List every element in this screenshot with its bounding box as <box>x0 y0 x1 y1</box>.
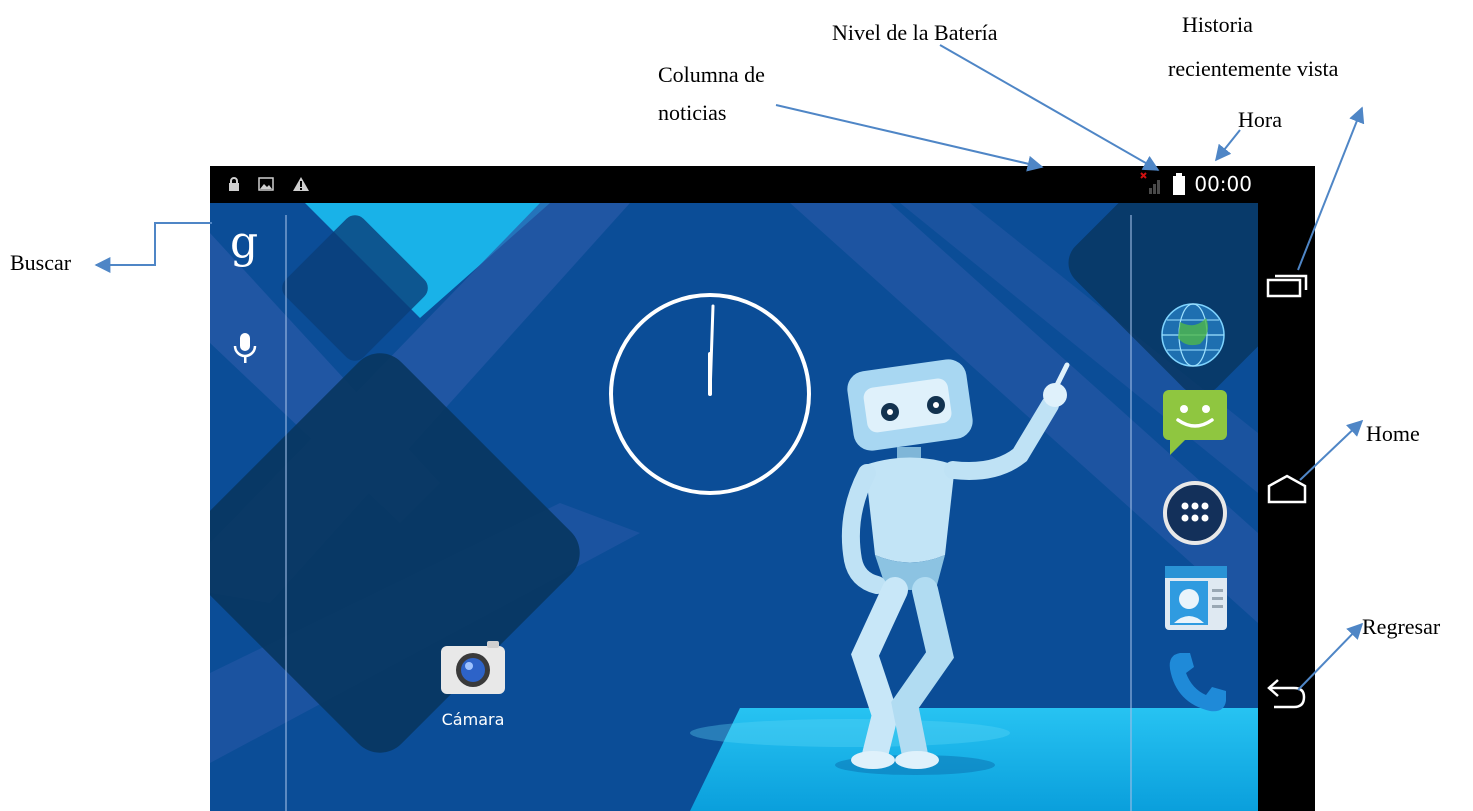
annotation-arrows <box>94 44 1365 691</box>
arrow-columna <box>775 104 1044 172</box>
arrow-historia <box>1297 106 1365 271</box>
arrow-buscar <box>94 222 212 273</box>
arrow-hora <box>1215 129 1241 162</box>
arrow-regresar <box>1297 622 1364 691</box>
arrow-home <box>1299 419 1364 481</box>
